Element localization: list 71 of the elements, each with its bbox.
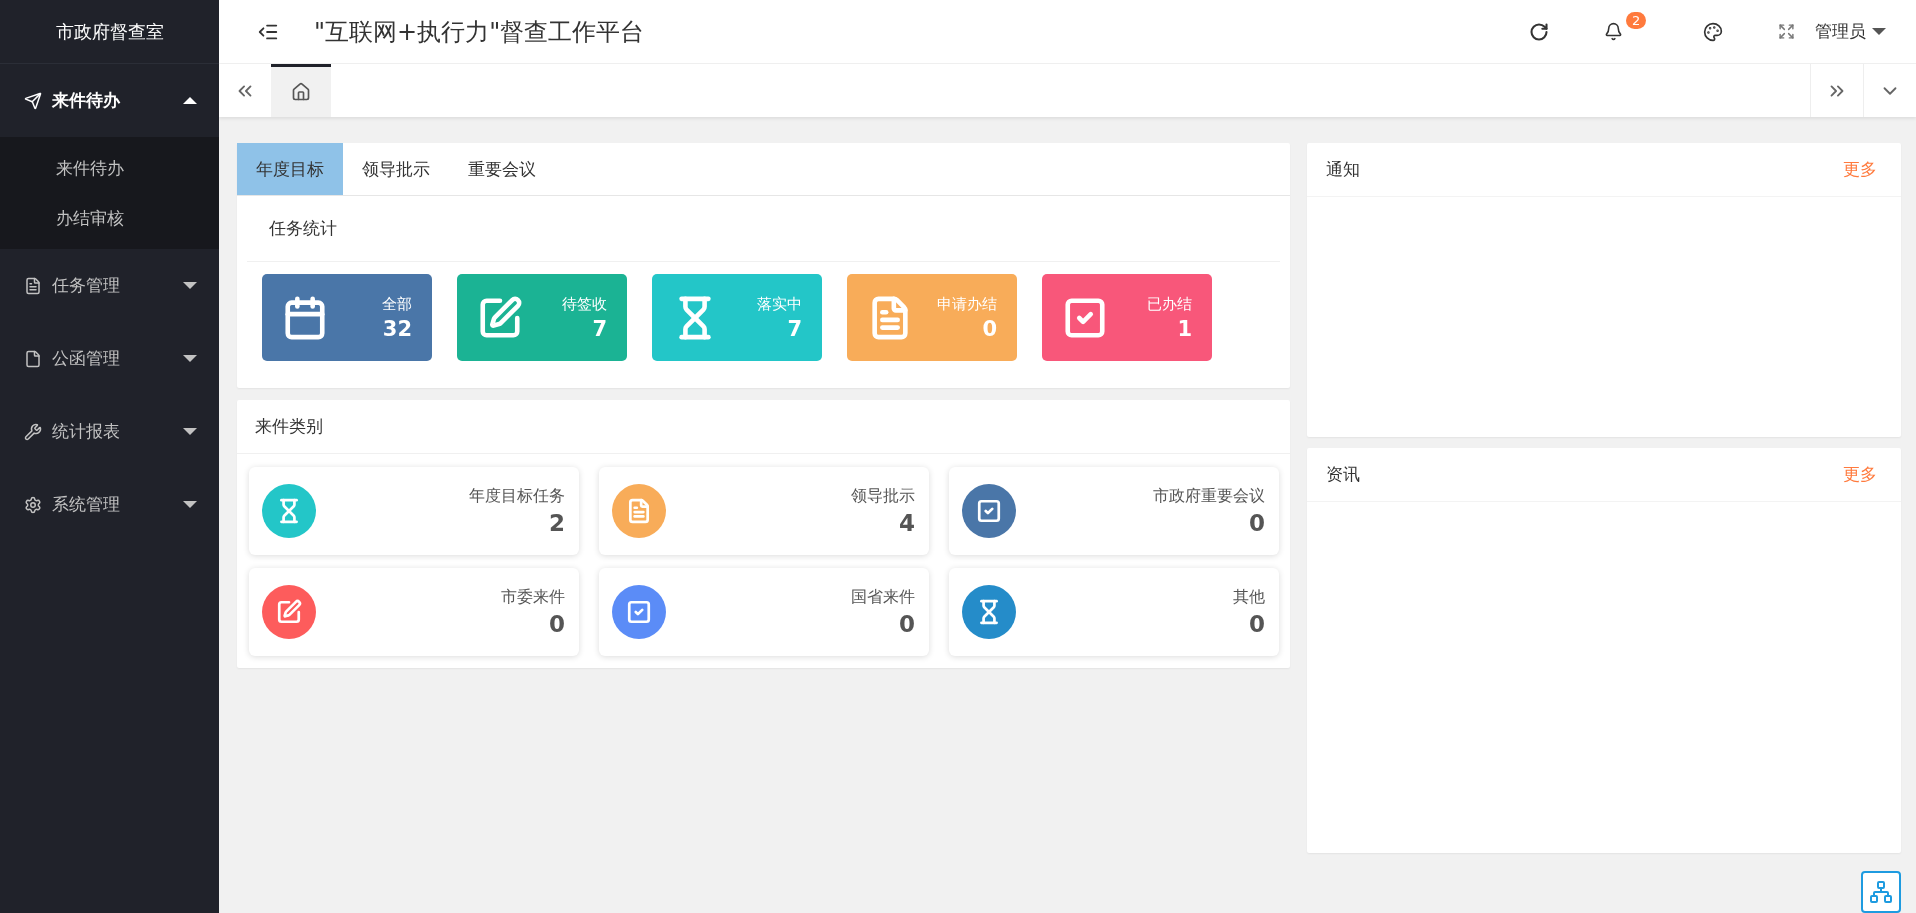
tab[interactable]: 领导批示 <box>343 143 449 195</box>
send-icon <box>24 91 42 110</box>
panel-title: 资讯 <box>1326 463 1360 486</box>
category-label: 市委来件 <box>501 587 565 608</box>
home-icon <box>291 82 311 102</box>
category-card[interactable]: 领导批示 4 <box>599 467 929 555</box>
category-count: 0 <box>549 611 565 637</box>
checkbox-icon <box>976 498 1002 524</box>
bell-icon[interactable] <box>1604 22 1623 41</box>
file-icon <box>24 349 42 368</box>
stat-card[interactable]: 全部 32 <box>262 274 432 361</box>
section-title: 任务统计 <box>247 196 1280 262</box>
caret-icon <box>183 355 197 362</box>
stat-label: 已办结 <box>1147 294 1192 314</box>
stat-label: 待签收 <box>562 294 607 314</box>
category-card[interactable]: 年度目标任务 2 <box>249 467 579 555</box>
category-count: 0 <box>1249 611 1265 637</box>
category-label: 领导批示 <box>851 486 915 507</box>
nav-subitem[interactable]: 办结审核 <box>0 193 219 243</box>
page-title: "互联网+执行力"督查工作平台 <box>314 16 646 48</box>
category-count: 0 <box>899 611 915 637</box>
user-menu[interactable]: 管理员 <box>1815 20 1886 43</box>
notification-badge: 2 <box>1626 12 1647 29</box>
category-label: 其他 <box>1233 587 1265 608</box>
panel-title: 通知 <box>1326 158 1360 181</box>
category-card[interactable]: 国省来件 0 <box>599 568 929 656</box>
stat-value: 0 <box>982 316 997 341</box>
palette-icon[interactable] <box>1703 21 1723 42</box>
document-icon <box>626 498 652 524</box>
nav-item[interactable]: 公函管理 <box>0 322 219 395</box>
stat-value: 32 <box>382 316 412 341</box>
stat-label: 申请办结 <box>937 294 997 314</box>
caret-icon <box>1872 28 1886 35</box>
category-count: 4 <box>899 510 915 536</box>
stat-label: 落实中 <box>757 294 802 314</box>
category-label: 市政府重要会议 <box>1153 486 1265 507</box>
settings-icon <box>24 495 42 514</box>
category-count: 0 <box>1249 510 1265 536</box>
caret-icon <box>183 501 197 508</box>
document-icon <box>24 276 42 295</box>
refresh-icon[interactable] <box>1529 21 1549 42</box>
tab[interactable]: 年度目标 <box>237 143 343 195</box>
caret-icon <box>183 282 197 289</box>
stat-label: 全部 <box>382 294 412 314</box>
category-card[interactable]: 市政府重要会议 0 <box>949 467 1279 555</box>
category-card[interactable]: 市委来件 0 <box>249 568 579 656</box>
network-icon <box>1869 880 1893 904</box>
tools-icon <box>24 422 42 441</box>
section-title: 来件类别 <box>237 400 1290 454</box>
fullscreen-icon[interactable] <box>1778 23 1795 40</box>
nav-subitem[interactable]: 来件待办 <box>0 143 219 193</box>
category-label: 年度目标任务 <box>469 486 565 507</box>
edit-icon <box>477 294 523 341</box>
nav-item[interactable]: 系统管理 <box>0 468 219 541</box>
nav-item[interactable]: 来件待办 <box>0 64 219 137</box>
nav-item[interactable]: 统计报表 <box>0 395 219 468</box>
category-card[interactable]: 其他 0 <box>949 568 1279 656</box>
stat-value: 7 <box>592 316 607 341</box>
home-tab[interactable] <box>271 64 331 117</box>
caret-icon <box>183 97 197 104</box>
edit-icon <box>276 599 302 625</box>
category-label: 国省来件 <box>851 587 915 608</box>
tab[interactable]: 重要会议 <box>449 143 555 195</box>
caret-icon <box>183 428 197 435</box>
nav-item[interactable]: 任务管理 <box>0 249 219 322</box>
category-count: 2 <box>549 510 565 536</box>
checkbox-icon <box>626 599 652 625</box>
network-button[interactable] <box>1861 871 1901 913</box>
stat-value: 7 <box>787 316 802 341</box>
stat-value: 1 <box>1177 316 1192 341</box>
calendar-icon <box>282 294 328 341</box>
